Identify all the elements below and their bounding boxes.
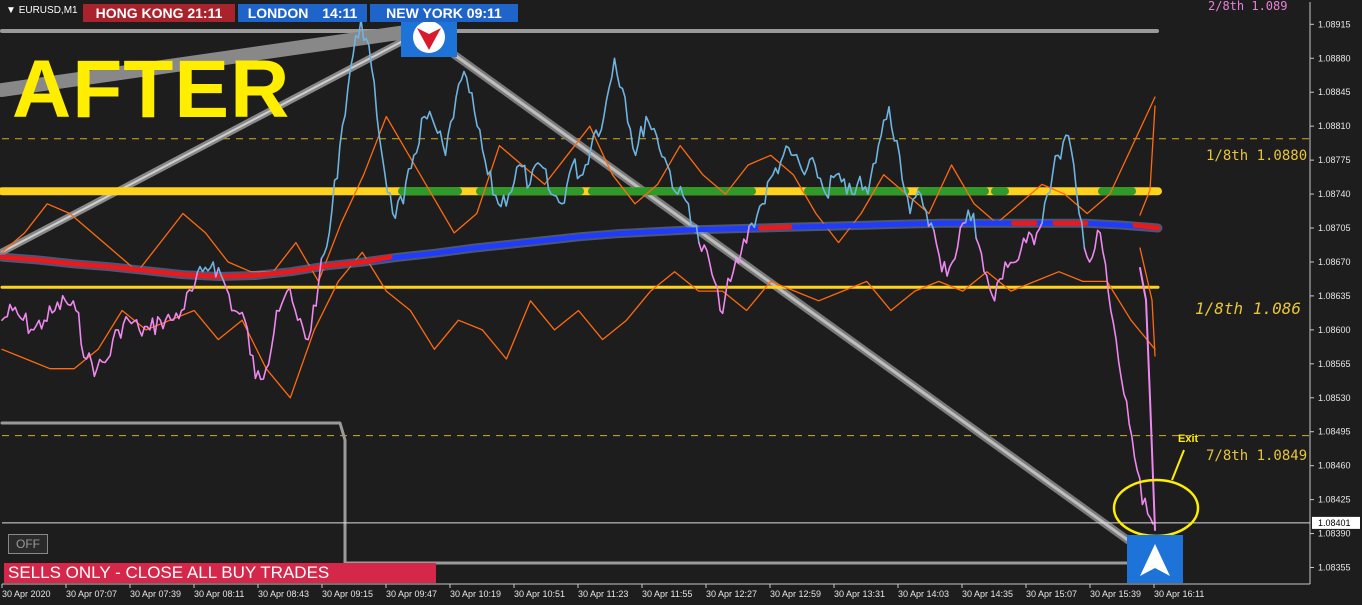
clock-hong-kong: HONG KONG 21:11 (83, 4, 235, 22)
price-tick-label: 1.08495 (1318, 427, 1351, 437)
price-tick-label: 1.08845 (1318, 87, 1351, 97)
price-tick-label: 1.08530 (1318, 393, 1351, 403)
time-tick-label: 30 Apr 13:31 (834, 589, 885, 599)
time-tick-label: 30 Apr 2020 (2, 589, 51, 599)
current-price-tag-text: 1.08401 (1318, 518, 1351, 528)
symbol-label: ▼ EURUSD,M1 (6, 4, 78, 18)
time-tick-label: 30 Apr 11:55 (642, 589, 692, 599)
price-tick-label: 1.08600 (1318, 325, 1351, 335)
clock-time: 14:11 (322, 5, 358, 21)
clock-london: LONDON 14:11 (238, 4, 367, 22)
exit-label: Exit (1178, 433, 1199, 445)
chart-window[interactable]: Exit 1.08915 1.08880 1.08845 1.08810 1.08775 1… (0, 0, 1362, 605)
price-tick-label: 1.08460 (1318, 461, 1351, 471)
overlay-title: AFTER (12, 44, 291, 135)
murrey-level-label-1: 1/8th 1.0880 (1206, 148, 1307, 164)
clock-city: NEW YORK (386, 5, 463, 21)
time-tick-label: 30 Apr 09:15 (322, 589, 373, 599)
price-tick-label: 1.08740 (1318, 189, 1351, 199)
time-tick-label: 30 Apr 15:39 (1090, 589, 1141, 599)
price-tick-label: 1.08775 (1318, 155, 1351, 165)
dropdown-arrow-icon[interactable]: ▼ (6, 5, 16, 16)
price-tick-label: 1.08355 (1318, 563, 1351, 573)
moving-average-red-segment-1 (758, 224, 793, 231)
time-tick-label: 30 Apr 16:11 (1154, 589, 1204, 599)
time-tick-label: 30 Apr 08:43 (258, 589, 309, 599)
price-tick-label: 1.08565 (1318, 359, 1351, 369)
clock-time: 21:11 (187, 5, 223, 21)
clock-new-york: NEW YORK 09:11 (370, 4, 518, 22)
time-tick-label: 30 Apr 11:23 (578, 589, 628, 599)
murrey-level-label-2: 1/8th 1.086 (1195, 299, 1301, 318)
time-tick-label: 30 Apr 07:39 (130, 589, 181, 599)
time-tick-label: 30 Apr 09:47 (386, 589, 437, 599)
time-tick-label: 30 Apr 08:11 (194, 589, 244, 599)
time-tick-label: 30 Apr 14:35 (962, 589, 1013, 599)
murrey-level-label-3: 7/8th 1.0849 (1206, 448, 1307, 464)
clock-city: LONDON (247, 5, 309, 21)
time-tick-label: 30 Apr 12:27 (706, 589, 757, 599)
time-tick-label: 30 Apr 14:03 (898, 589, 949, 599)
price-tick-label: 1.08810 (1318, 121, 1351, 131)
signal-banner: SELLS ONLY - CLOSE ALL BUY TRADES (4, 563, 436, 583)
clock-city: HONG KONG (95, 5, 184, 21)
time-tick-label: 30 Apr 10:19 (450, 589, 501, 599)
price-tick-label: 1.08390 (1318, 529, 1351, 539)
price-tick-label: 1.08425 (1318, 495, 1351, 505)
price-tick-label: 1.08915 (1318, 19, 1351, 29)
time-tick-label: 30 Apr 07:07 (66, 589, 117, 599)
price-tick-label: 1.08705 (1318, 223, 1351, 233)
off-button[interactable]: OFF (8, 534, 48, 554)
symbol-text: EURUSD,M1 (18, 5, 78, 16)
price-tick-label: 1.08880 (1318, 53, 1351, 63)
clock-time: 09:11 (466, 5, 502, 21)
time-tick-label: 30 Apr 12:59 (770, 589, 821, 599)
price-tick-label: 1.08670 (1318, 257, 1351, 267)
time-tick-label: 30 Apr 15:07 (1026, 589, 1077, 599)
time-tick-label: 30 Apr 10:51 (514, 589, 565, 599)
price-tick-label: 1.08635 (1318, 291, 1351, 301)
moving-average-red-segment-4 (1132, 222, 1161, 231)
murrey-level-label-0: 2/8th 1.089 (1208, 0, 1287, 13)
